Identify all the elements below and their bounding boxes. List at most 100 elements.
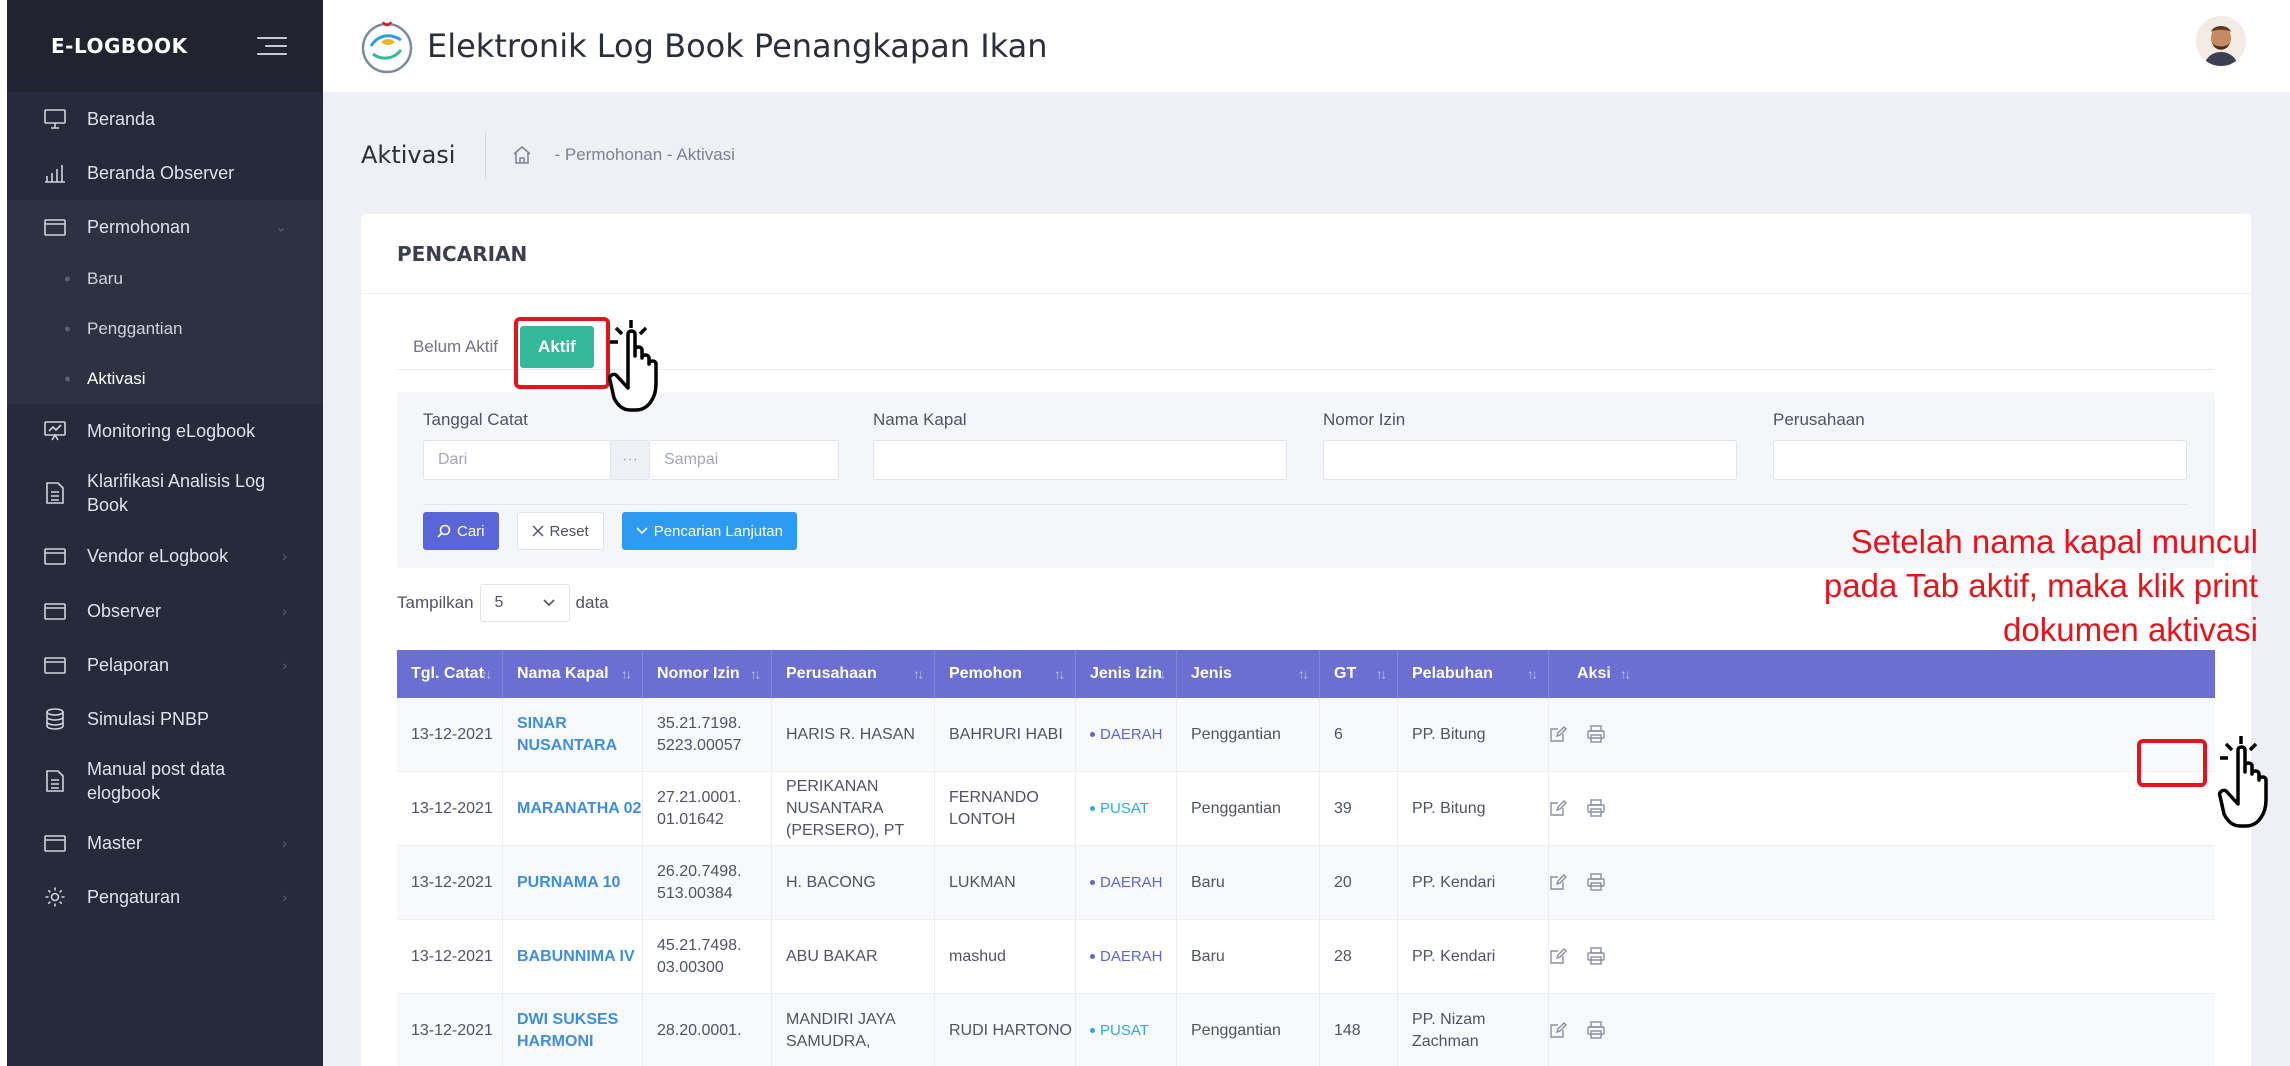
col-gt[interactable]: GT ↑↓ — [1320, 650, 1398, 698]
print-icon[interactable] — [1587, 946, 1605, 967]
sort-icon[interactable]: ↑↓ — [1054, 667, 1065, 682]
print-icon[interactable] — [1587, 798, 1605, 819]
table-body: 13-12-2021 SINAR NUSANTARA 35.21.7198. 5223… — [397, 698, 2215, 1066]
sort-icon[interactable]: ↑↓ — [750, 667, 761, 682]
perusahaan-input[interactable] — [1773, 440, 2187, 480]
col-pemohon[interactable]: Pemohon ↑↓ — [935, 650, 1076, 698]
sidebar-item-pengaturan[interactable]: Pengaturan › — [7, 870, 323, 924]
sidebar-item-permohonan[interactable]: Permohonan ⌄ — [7, 200, 323, 254]
cell-perusahaan-text: MANDIRI JAYA SAMUDRA, — [786, 1010, 895, 1050]
sidebar-subitem-label: Baru — [87, 269, 123, 288]
sort-icon[interactable]: ↑↓ — [481, 667, 492, 682]
cell-perusahaan: H. BACONG — [772, 846, 935, 919]
sort-icon[interactable]: ↑↓ — [913, 667, 924, 682]
sidebar-item-beranda-observer[interactable]: Beranda Observer — [7, 146, 323, 200]
status-dot — [1090, 880, 1095, 885]
edit-icon[interactable] — [1549, 1021, 1567, 1041]
cell-nama-kapal[interactable]: BABUNNIMA IV — [503, 920, 643, 993]
sort-icon[interactable]: ↑↓ — [621, 667, 632, 682]
sidebar-subitem-penggantian[interactable]: Penggantian — [7, 304, 323, 354]
col-jenis-izin[interactable]: Jenis Izin ↑↓ — [1076, 650, 1177, 698]
sort-icon[interactable]: ↑↓ — [1620, 667, 1631, 682]
cell-pelabuhan-text: PP. Kendari — [1412, 873, 1496, 891]
cell-pemohon-text: FERNANDO LONTOH — [949, 788, 1039, 828]
table-row: 13-12-2021 PURNAMA 10 26.20.7498. 513.00384… — [397, 846, 2215, 920]
cell-pelabuhan-text: PP. Bitung — [1412, 725, 1486, 743]
cell-jenis-text: Penggantian — [1191, 799, 1281, 817]
sort-icon[interactable]: ↑↓ — [1527, 667, 1538, 682]
cell-nama-kapal-text[interactable]: BABUNNIMA IV — [517, 946, 635, 968]
jenis-izin-badge: PUSAT — [1100, 799, 1149, 817]
cell-nomor-izin-text: 28.20.0001. — [657, 1021, 742, 1039]
col-perusahaan[interactable]: Perusahaan ↑↓ — [772, 650, 935, 698]
col-pelabuhan[interactable]: Pelabuhan ↑↓ — [1398, 650, 1549, 698]
cell-nama-kapal[interactable]: PURNAMA 10 — [503, 846, 643, 919]
date-to-input[interactable]: Sampai — [649, 440, 839, 480]
chevron-right-icon: › — [282, 657, 287, 673]
chevron-down-icon — [542, 599, 555, 607]
chevron-down-icon: ⌄ — [275, 218, 287, 235]
sidebar-item-pelaporan[interactable]: Pelaporan › — [7, 638, 323, 692]
cell-nama-kapal-text[interactable]: PURNAMA 10 — [517, 872, 620, 894]
cell-jenis-izin: DAERAH — [1076, 846, 1177, 919]
cell-gt-text: 39 — [1334, 799, 1352, 817]
cell-nama-kapal-text[interactable]: MARANATHA 02 — [517, 798, 641, 820]
col-nomor-izin[interactable]: Nomor Izin ↑↓ — [643, 650, 772, 698]
nama-kapal-label: Nama Kapal — [873, 410, 967, 429]
sort-icon[interactable]: ↑↓ — [1376, 667, 1387, 682]
nomor-izin-input[interactable] — [1323, 440, 1737, 480]
edit-icon[interactable] — [1549, 947, 1567, 967]
nama-kapal-input[interactable] — [873, 440, 1287, 480]
col-nama-kapal[interactable]: Nama Kapal ↑↓ — [503, 650, 643, 698]
sidebar-item-observer[interactable]: Observer › — [7, 584, 323, 638]
tab-belum-aktif[interactable]: Belum Aktif — [397, 327, 514, 367]
cell-aksi — [1549, 994, 1641, 1066]
print-icon[interactable] — [1587, 1020, 1605, 1041]
cell-tgl-catat-text: 13-12-2021 — [411, 725, 493, 743]
sort-icon[interactable]: ↑↓ — [1155, 667, 1166, 682]
cell-nama-kapal[interactable]: SINAR NUSANTARA — [503, 698, 643, 771]
sidebar-subitem-aktivasi[interactable]: Aktivasi — [7, 354, 323, 404]
cell-nama-kapal-text[interactable]: SINAR NUSANTARA — [517, 713, 642, 757]
cell-perusahaan-text: (PERSERO), PT — [786, 821, 905, 839]
cell-nomor-izin-text: 5223.00057 — [657, 736, 742, 754]
print-icon[interactable] — [1587, 872, 1605, 893]
cell-jenis-izin: DAERAH — [1076, 698, 1177, 771]
cell-nama-kapal[interactable]: MARANATHA 02 — [503, 772, 643, 845]
sidebar-item-manual-post[interactable]: Manual post data elogbook — [7, 746, 323, 816]
cari-button[interactable]: Cari — [423, 512, 499, 550]
cell-pelabuhan: PP. Bitung — [1398, 698, 1549, 771]
page-size-select[interactable]: 5 — [479, 584, 570, 622]
filter-actions: Cari Reset Pencarian Lanjutan — [423, 512, 815, 550]
cell-jenis-text: Baru — [1191, 873, 1225, 891]
breadcrumb-trail[interactable]: - Permohonan - Aktivasi — [554, 145, 734, 165]
sidebar-item-monitoring[interactable]: Monitoring eLogbook — [7, 404, 323, 458]
sidebar-item-klarifikasi[interactable]: Klarifikasi Analisis Log Book — [7, 458, 323, 528]
edit-icon[interactable] — [1549, 725, 1567, 745]
col-tgl-catat[interactable]: Tgl. Catat ↑↓ — [397, 650, 503, 698]
avatar[interactable] — [2196, 16, 2246, 66]
cell-nomor-izin-text: 513.00384 — [657, 884, 733, 902]
sort-icon[interactable]: ↑↓ — [1298, 667, 1309, 682]
reset-button[interactable]: Reset — [516, 512, 604, 550]
card-title: PENCARIAN — [397, 241, 528, 266]
sidebar-item-master[interactable]: Master › — [7, 816, 323, 870]
sidebar-item-simulasi[interactable]: Simulasi PNBP — [7, 692, 323, 746]
col-aksi[interactable]: Aksi ↑↓ — [1549, 650, 1641, 698]
cell-nama-kapal[interactable]: DWI SUKSES HARMONI — [503, 994, 643, 1066]
menu-toggle-icon[interactable] — [257, 35, 287, 57]
cell-pemohon: FERNANDO LONTOH — [935, 772, 1076, 845]
edit-icon[interactable] — [1549, 799, 1567, 819]
col-jenis[interactable]: Jenis ↑↓ — [1177, 650, 1320, 698]
sidebar-item-vendor[interactable]: Vendor eLogbook › — [7, 528, 323, 584]
pencarian-lanjutan-button[interactable]: Pencarian Lanjutan — [621, 512, 797, 550]
edit-icon[interactable] — [1549, 873, 1567, 893]
cell-pelabuhan-text: PP. Kendari — [1412, 947, 1496, 965]
print-icon[interactable] — [1587, 724, 1605, 745]
date-from-input[interactable]: Dari — [423, 440, 611, 480]
cell-nama-kapal-text[interactable]: DWI SUKSES HARMONI — [517, 1009, 642, 1053]
cell-pemohon-text: BAHRURI HABI — [949, 725, 1063, 743]
sidebar-item-beranda[interactable]: Beranda — [7, 92, 323, 146]
home-icon[interactable] — [512, 145, 532, 165]
sidebar-subitem-baru[interactable]: Baru — [7, 254, 323, 304]
